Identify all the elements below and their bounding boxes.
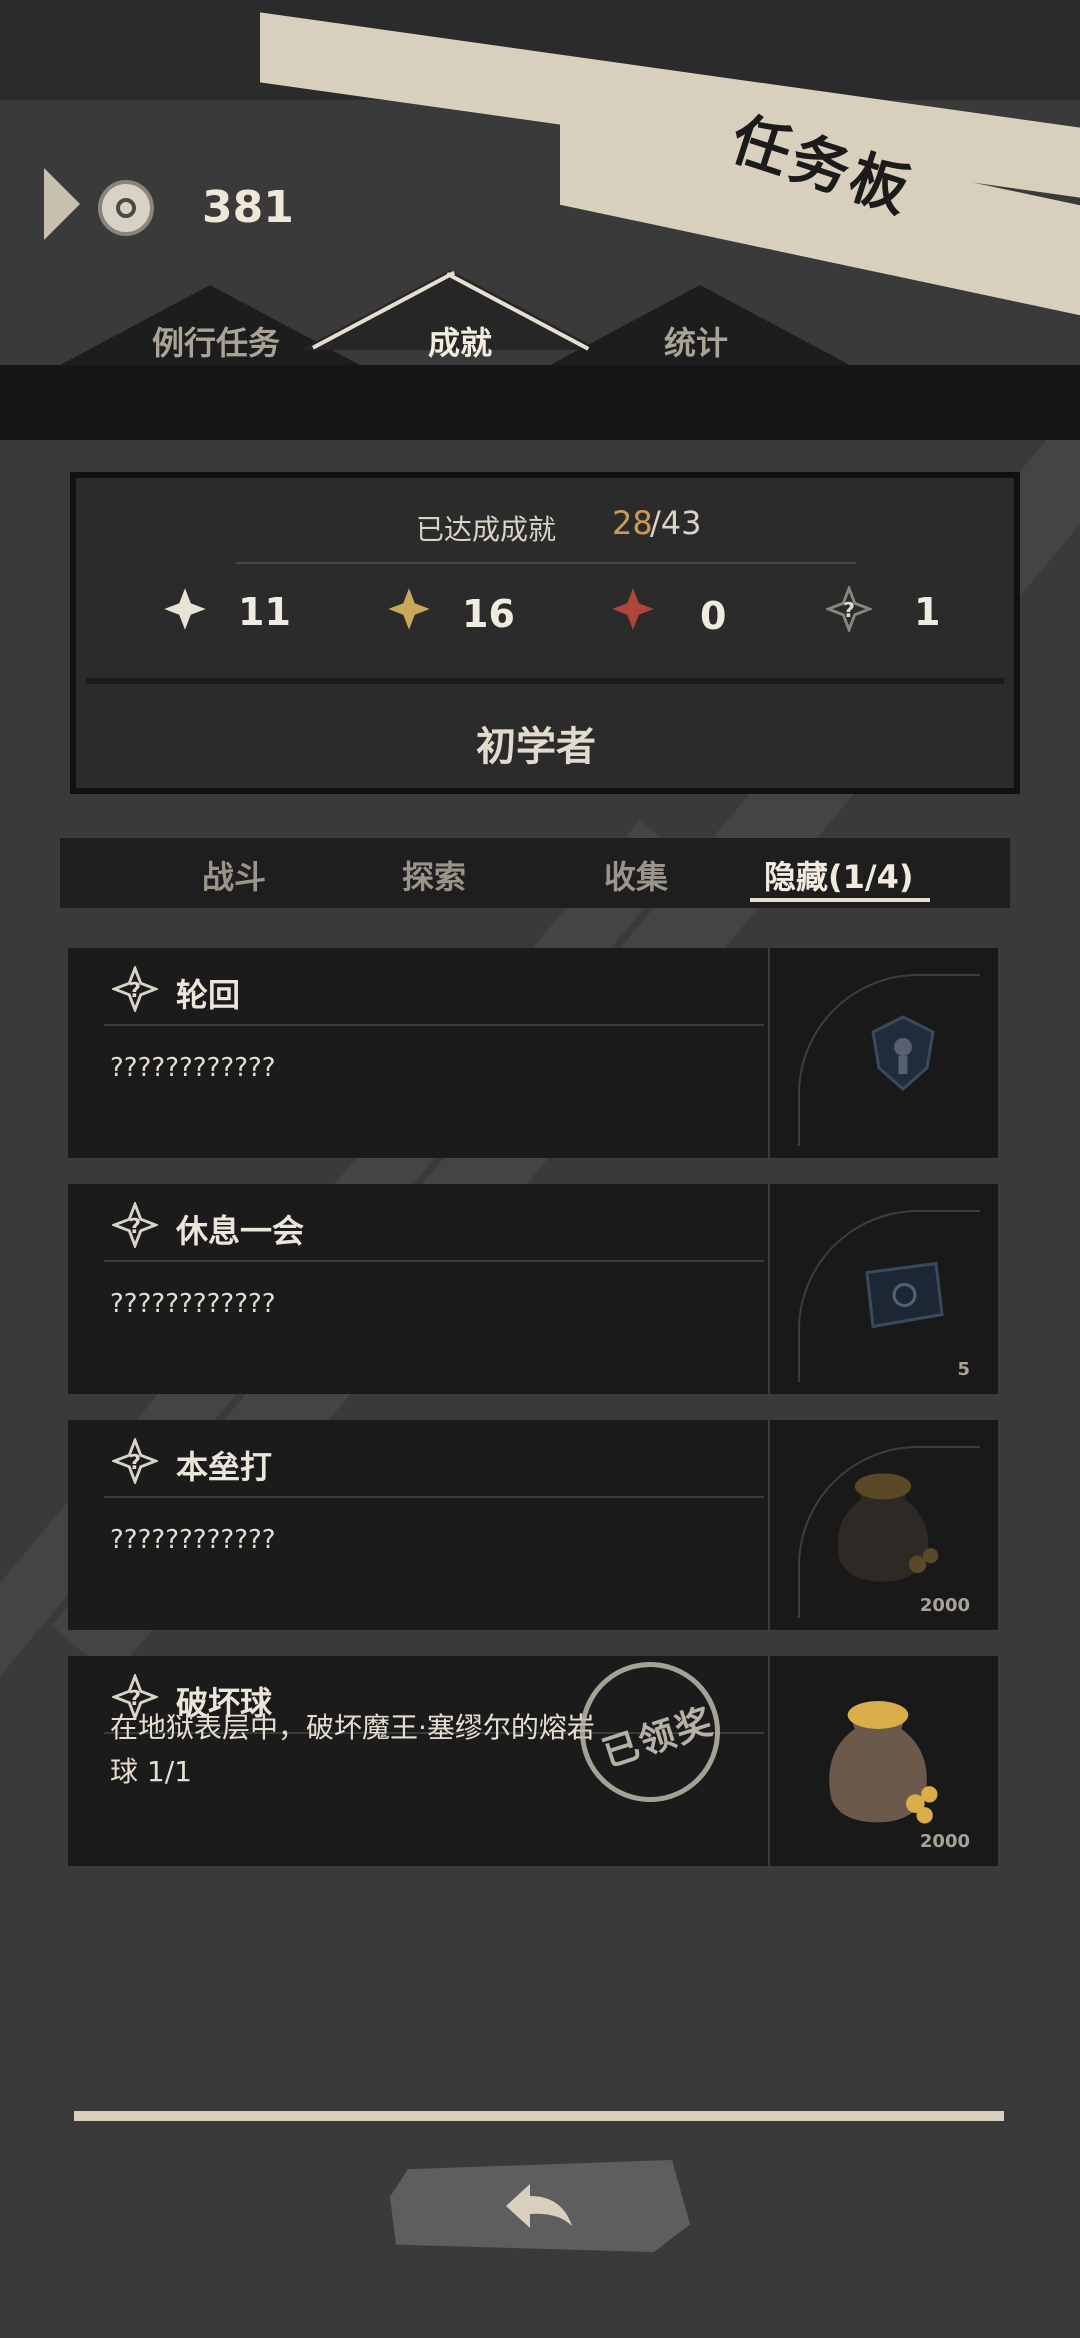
reward-panel: 2000 — [768, 1420, 998, 1630]
tab-bar — [0, 365, 1080, 440]
achievement-description: 在地狱表层中，破坏魔王·塞缪尔的熔岩球 1/1 — [110, 1711, 595, 1788]
achievement-summary-panel: 已达成成就 28 /43 11 16 0 ? 1 初学者 — [70, 472, 1020, 794]
hidden-star-icon: ? — [826, 586, 872, 632]
svg-text:?: ? — [129, 1214, 141, 1238]
hidden-achievement-icon: ? — [112, 966, 158, 1012]
coin-eye-icon — [98, 180, 154, 236]
reward-panel: 2000 — [768, 1656, 998, 1866]
achieved-count: 28 — [612, 504, 653, 542]
hidden-achievement-icon: ? — [112, 1202, 158, 1248]
back-button[interactable] — [390, 2160, 690, 2252]
red-star-count: 0 — [700, 594, 727, 638]
category-tab-hidden[interactable]: 隐藏(1/4) — [764, 852, 913, 898]
divider — [104, 1260, 764, 1262]
claimed-stamp-text: 已领奖 — [597, 1701, 719, 1776]
achievement-card[interactable]: ? 休息一会 ???????????? 5 — [68, 1184, 998, 1394]
svg-text:?: ? — [843, 598, 855, 622]
achievement-description: ???????????? — [110, 1053, 276, 1083]
red-star-icon — [612, 588, 654, 630]
hidden-achievement-icon: ? — [112, 1438, 158, 1484]
category-tab-combat[interactable]: 战斗 — [202, 852, 266, 898]
reward-amount: 5 — [957, 1359, 970, 1380]
gold-star-count: 16 — [462, 592, 515, 636]
white-star-icon — [164, 588, 206, 630]
achievement-card[interactable]: ? 破坏球 在地狱表层中，破坏魔王·塞缪尔的熔岩球 1/1 已领奖 2000 — [68, 1643, 998, 1866]
divider — [104, 1496, 764, 1498]
ticket-icon — [865, 1261, 944, 1329]
divider — [86, 678, 1004, 684]
reward-panel: 5 — [768, 1184, 998, 1394]
achieved-total: /43 — [650, 504, 702, 542]
category-tab-explore[interactable]: 探索 — [402, 852, 466, 898]
reward-amount: 2000 — [919, 1831, 970, 1852]
category-tab-collect[interactable]: 收集 — [604, 852, 668, 898]
hidden-star-count: 1 — [914, 590, 941, 634]
rank-title: 初学者 — [476, 724, 596, 770]
tab-routine-tasks[interactable]: 例行任务 — [152, 318, 280, 364]
achievement-title: 休息一会 — [176, 1212, 305, 1250]
category-tab-accent — [750, 898, 930, 902]
divider — [236, 562, 856, 564]
decoration-shard-icon — [44, 168, 80, 240]
achievement-title: 轮回 — [176, 976, 241, 1014]
achievement-description: ???????????? — [110, 1525, 276, 1555]
achievement-description: ???????????? — [110, 1289, 276, 1319]
back-arrow-icon — [506, 2184, 572, 2228]
gold-bag-icon — [829, 1701, 938, 1824]
achievement-title: 本垒打 — [176, 1448, 273, 1486]
tab-achievements[interactable]: 成就 — [428, 318, 492, 364]
reward-panel — [768, 948, 998, 1158]
currency-value: 381 — [202, 182, 294, 233]
divider — [104, 1024, 764, 1026]
svg-text:?: ? — [129, 1450, 141, 1474]
svg-text:?: ? — [129, 978, 141, 1002]
emblem-icon — [871, 1015, 935, 1091]
bottom-divider — [74, 2111, 1004, 2121]
gold-star-icon — [388, 588, 430, 630]
tab-statistics[interactable]: 统计 — [664, 318, 728, 364]
gold-bag-icon — [837, 1473, 939, 1582]
achievement-card[interactable]: ? 本垒打 ???????????? 2000 — [68, 1420, 998, 1630]
white-star-count: 11 — [238, 590, 291, 634]
achievement-card[interactable]: ? 轮回 ???????????? — [68, 948, 998, 1158]
reward-amount: 2000 — [919, 1595, 970, 1616]
achieved-label: 已达成成就 — [416, 513, 557, 546]
